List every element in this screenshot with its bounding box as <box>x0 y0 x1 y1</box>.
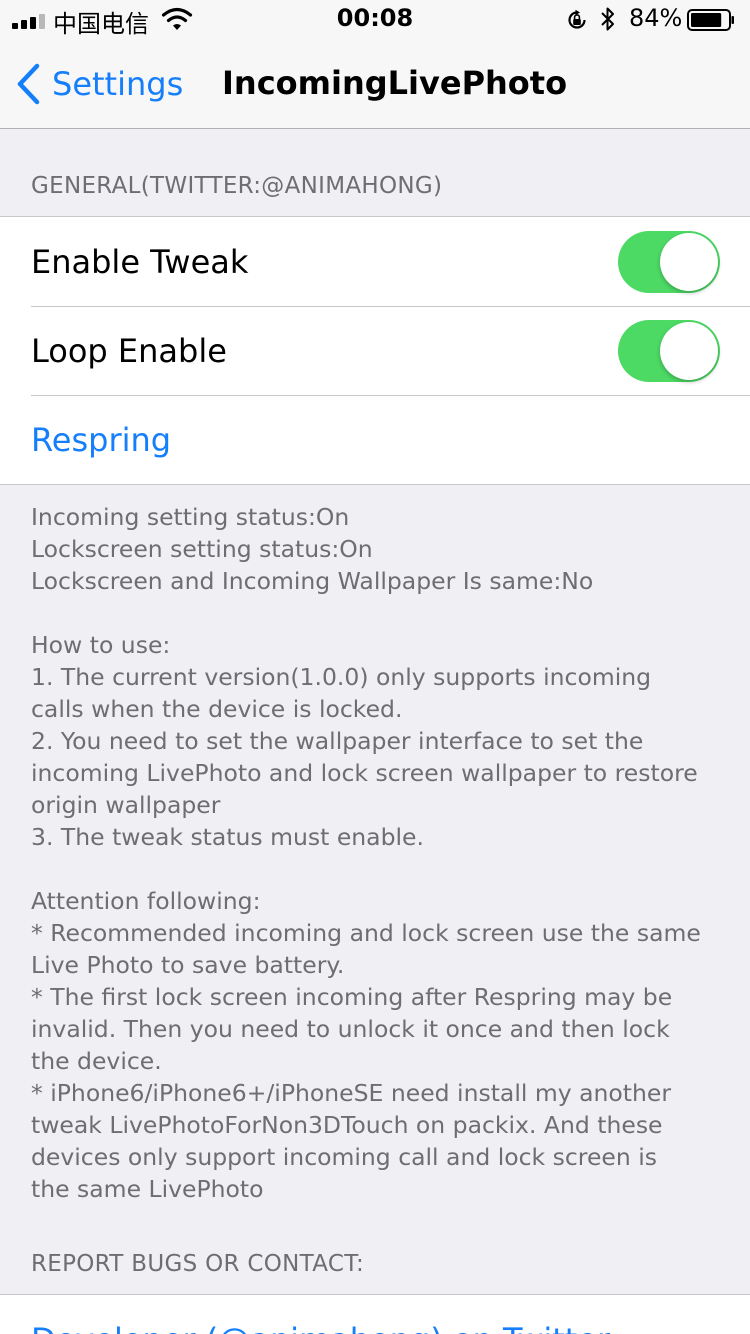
footer-line: incoming LivePhoto and lock screen wallp… <box>31 759 698 787</box>
battery-fill <box>691 13 722 27</box>
footer-line: Live Photo to save battery. <box>31 951 345 979</box>
toggle-knob <box>660 322 718 380</box>
battery-icon <box>687 9 734 31</box>
footer-line: * Recommended incoming and lock screen u… <box>31 919 701 947</box>
respring-button[interactable]: Respring <box>31 421 171 459</box>
loop-enable-label: Loop Enable <box>31 331 227 370</box>
footer-line: the device. <box>31 1047 162 1075</box>
footer-line: origin wallpaper <box>31 791 221 819</box>
footer-line: devices only support incoming call and l… <box>31 1143 657 1171</box>
developer-twitter-cell[interactable]: Developer (@animahong) on Twitter <box>0 1295 750 1334</box>
report-section-header: REPORT BUGS OR CONTACT: <box>31 1251 365 1277</box>
footer-line: Incoming setting status:On <box>31 503 350 531</box>
general-group: Enable Tweak Loop Enable Respring <box>0 216 750 485</box>
toggle-knob <box>660 233 718 291</box>
developer-twitter-link[interactable]: Developer (@animahong) on Twitter <box>31 1321 610 1334</box>
footer-line: * iPhone6/iPhone6+/iPhoneSE need install… <box>31 1079 672 1107</box>
footer-line <box>31 597 731 629</box>
footer-line: 2. You need to set the wallpaper interfa… <box>31 727 644 755</box>
loop-enable-cell: Loop Enable <box>0 306 750 395</box>
enable-tweak-label: Enable Tweak <box>31 242 249 281</box>
battery-percentage: 84% <box>629 4 683 32</box>
footer-line: How to use: <box>31 631 171 659</box>
page-title: IncomingLivePhoto <box>222 64 568 102</box>
footer-line: the same LivePhoto <box>31 1175 264 1203</box>
back-button-label: Settings <box>52 65 184 103</box>
settings-screen: 中国电信 00:08 84% Settings IncomingLivePhot… <box>0 0 750 1334</box>
footer-line <box>31 853 731 885</box>
enable-tweak-toggle[interactable] <box>618 231 720 293</box>
respring-cell[interactable]: Respring <box>0 395 750 484</box>
footer-line: Attention following: <box>31 887 261 915</box>
rotation-lock-icon <box>568 9 586 29</box>
status-bar: 中国电信 00:08 84% <box>0 0 750 40</box>
bluetooth-icon <box>601 7 614 31</box>
footer-line: invalid. Then you need to unlock it once… <box>31 1015 670 1043</box>
footer-line: 1. The current version(1.0.0) only suppo… <box>31 663 652 691</box>
enable-tweak-cell: Enable Tweak <box>0 217 750 306</box>
footer-line: Lockscreen setting status:On <box>31 535 373 563</box>
chevron-left-icon <box>17 63 40 105</box>
report-group: Developer (@animahong) on Twitter <box>0 1294 750 1334</box>
footer-line: * The first lock screen incoming after R… <box>31 983 673 1011</box>
footer-line: tweak LivePhotoForNon3DTouch on packix. … <box>31 1111 663 1139</box>
general-footer-text: Incoming setting status:On Lockscreen se… <box>31 501 731 1205</box>
navigation-bar: Settings IncomingLivePhoto <box>0 40 750 129</box>
footer-line: Lockscreen and Incoming Wallpaper Is sam… <box>31 567 594 595</box>
loop-enable-toggle[interactable] <box>618 320 720 382</box>
footer-line: calls when the device is locked. <box>31 695 403 723</box>
back-button[interactable]: Settings <box>14 58 183 110</box>
general-section-header: GENERAL(TWITTER:@ANIMAHONG) <box>31 173 443 199</box>
footer-line: 3. The tweak status must enable. <box>31 823 424 851</box>
